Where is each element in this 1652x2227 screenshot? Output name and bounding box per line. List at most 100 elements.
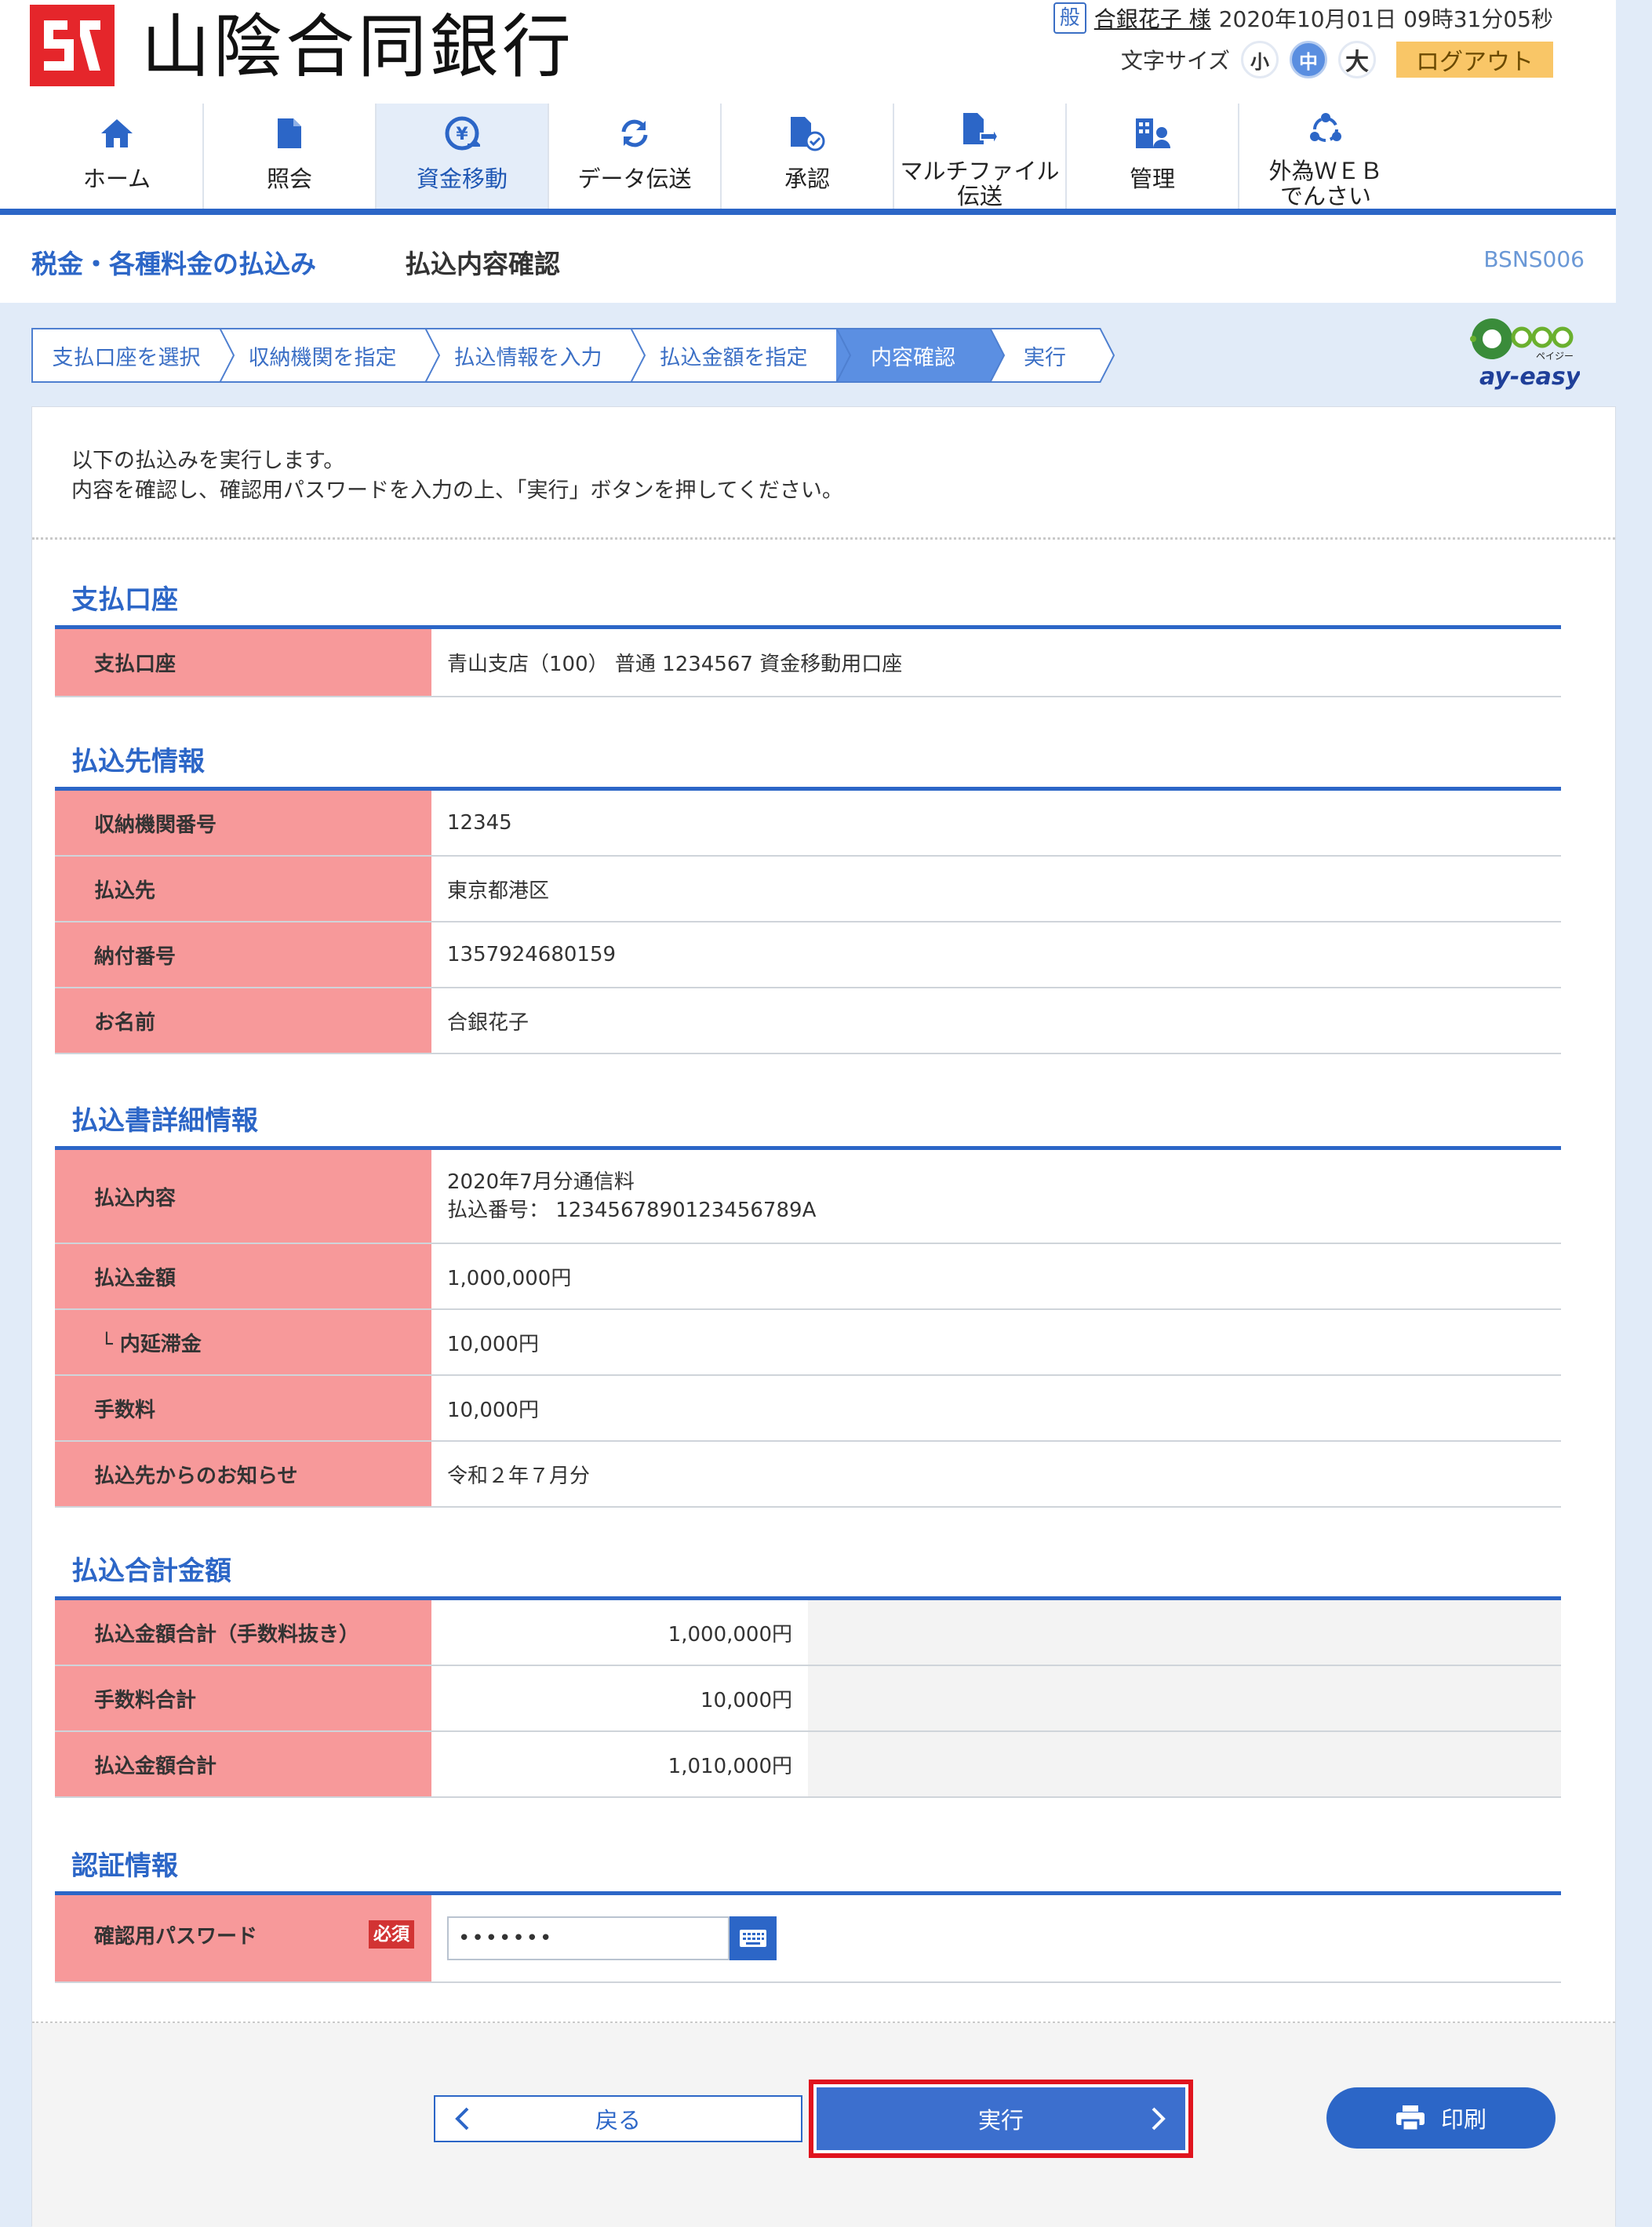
printer-icon: [1395, 2105, 1425, 2131]
chevron-right-icon: [1152, 2107, 1166, 2131]
file-transfer-icon: [958, 111, 1002, 147]
main-nav: ホーム 照会 ¥ 資金移動 データ伝送 承認 マルチファイル 伝送 管理 外為Ｗ…: [31, 104, 1412, 209]
confirmation-password-input[interactable]: •••••••: [447, 1916, 730, 1960]
section-title-total: 払込合計金額: [71, 1556, 231, 1587]
nav-approval[interactable]: 承認: [722, 104, 894, 209]
nav-data-transfer[interactable]: データ伝送: [549, 104, 722, 209]
step-label: 払込金額を指定: [659, 345, 808, 370]
nav-fund-transfer[interactable]: ¥ 資金移動: [377, 104, 549, 209]
header: 山陰合同銀行 般 合銀花子 様 2020年10月01日 09時31分05秒 文字…: [0, 0, 1616, 210]
table-row: 払込金額合計 1,010,000円: [55, 1732, 1561, 1798]
font-size-small-button[interactable]: 小: [1241, 41, 1279, 78]
row-label: 払込金額: [55, 1244, 431, 1308]
row-value: 1,010,000円: [431, 1732, 808, 1796]
content-line: 払込番号： 1234567890123456789A: [447, 1199, 817, 1222]
step-label: 内容確認: [871, 345, 955, 370]
row-value: 令和２年７月分: [431, 1442, 1561, 1506]
account-table: 支払口座 青山支店（100） 普通 1234567 資金移動用口座: [55, 625, 1561, 697]
row-value: 12345: [431, 791, 1561, 855]
chevron-left-icon: [455, 2107, 469, 2131]
service-category-title: 税金・各種料金の払込み: [31, 249, 316, 279]
content-panel: 以下の払込みを実行します。 内容を確認し、確認用パスワードを入力の上、「実行」ボ…: [31, 406, 1616, 2227]
nav-label: データ伝送: [577, 166, 692, 192]
scrollbar-area: [1616, 0, 1652, 2226]
software-keyboard-button[interactable]: [730, 1916, 777, 1960]
print-button[interactable]: 印刷: [1326, 2087, 1556, 2149]
auth-table: 確認用パスワード 必須 •••••••: [55, 1891, 1561, 1983]
step-select-account: 支払口座を選択: [31, 328, 235, 383]
back-button[interactable]: 戻る: [434, 2095, 802, 2142]
table-row: 払込金額 1,000,000円: [55, 1244, 1561, 1310]
row-label: 支払口座: [55, 629, 431, 696]
table-row: 確認用パスワード 必須 •••••••: [55, 1895, 1561, 1983]
section-title-payee: 払込先情報: [71, 746, 205, 777]
section-title-detail: 払込書詳細情報: [71, 1105, 258, 1137]
font-size-controls: 文字サイズ 小 中 大 ログアウト: [1121, 36, 1553, 83]
payeasy-text: ay-easy: [1479, 363, 1580, 391]
document-icon: [267, 111, 311, 155]
font-size-medium-button[interactable]: 中: [1290, 41, 1327, 78]
font-size-label: 文字サイズ: [1120, 48, 1230, 74]
step-specify-institution: 収納機関を指定: [220, 328, 441, 383]
page-title: 払込内容確認: [405, 249, 560, 279]
step-specify-amount: 払込金額を指定: [631, 328, 852, 383]
step-enter-info: 払込情報を入力: [425, 328, 646, 383]
empty-cell: [808, 1732, 1561, 1796]
row-value: 10,000円: [431, 1666, 808, 1730]
step-label: 実行: [1024, 345, 1066, 370]
password-label: 確認用パスワード: [94, 1925, 258, 1949]
table-row: 納付番号 1357924680159: [55, 922, 1561, 988]
network-icon: [1304, 111, 1348, 147]
table-row: 支払口座 青山支店（100） 普通 1234567 資金移動用口座: [55, 629, 1561, 697]
nav-underline: [0, 209, 1616, 215]
nav-label: ホーム: [82, 166, 151, 192]
nav-multi-file-transfer[interactable]: マルチファイル 伝送: [894, 104, 1067, 209]
row-value: 2020年7月分通信料 払込番号： 1234567890123456789A: [431, 1150, 1561, 1243]
row-value: 10,000円: [431, 1310, 1561, 1374]
nav-label: 照会: [266, 166, 312, 192]
row-label: 払込内容: [55, 1150, 431, 1243]
bank-name: 山陰合同銀行: [141, 6, 575, 87]
password-cell: •••••••: [431, 1895, 1561, 1981]
title-bar: 税金・各種料金の払込み 払込内容確認 BSNS006: [0, 215, 1616, 303]
row-label: 収納機関番号: [55, 791, 431, 855]
nav-management[interactable]: 管理: [1067, 104, 1239, 209]
step-label: 収納機関を指定: [248, 345, 397, 370]
row-value: 1,000,000円: [431, 1600, 808, 1665]
keyboard-icon: [740, 1930, 766, 1947]
table-row: └ 内延滞金 10,000円: [55, 1310, 1561, 1376]
nav-home[interactable]: ホーム: [31, 104, 204, 209]
row-value: 合銀花子: [431, 988, 1561, 1053]
divider: [32, 537, 1615, 540]
user-name-link[interactable]: 合銀花子 様: [1094, 2, 1211, 34]
nav-inquiry[interactable]: 照会: [204, 104, 377, 209]
row-label: 払込金額合計: [55, 1732, 431, 1796]
login-datetime: 2020年10月01日 09時31分05秒: [1218, 6, 1553, 32]
step-label: 支払口座を選択: [52, 345, 201, 370]
row-value: 1,000,000円: [431, 1244, 1561, 1308]
table-row: 手数料 10,000円: [55, 1376, 1561, 1442]
execute-button[interactable]: 実行: [817, 2087, 1185, 2150]
row-label: 払込先: [55, 857, 431, 921]
row-value: 10,000円: [431, 1376, 1561, 1440]
font-size-large-button[interactable]: 大: [1338, 41, 1376, 78]
row-label: 確認用パスワード 必須: [55, 1895, 431, 1981]
step-confirm-current: 内容確認: [836, 328, 1006, 383]
table-row: 手数料合計 10,000円: [55, 1666, 1561, 1732]
total-table: 払込金額合計（手数料抜き） 1,000,000円 手数料合計 10,000円 払…: [55, 1596, 1561, 1798]
table-row: 払込先からのお知らせ 令和２年７月分: [55, 1442, 1561, 1508]
table-row: 払込先 東京都港区: [55, 857, 1561, 922]
row-label: 手数料合計: [55, 1666, 431, 1730]
required-badge: 必須: [369, 1920, 414, 1949]
step-label: 払込情報を入力: [453, 345, 602, 370]
logout-button[interactable]: ログアウト: [1396, 42, 1553, 78]
empty-cell: [808, 1666, 1561, 1730]
row-label: 払込先からのお知らせ: [55, 1442, 431, 1506]
screen-code: BSNS006: [1483, 246, 1585, 272]
row-value: 1357924680159: [431, 922, 1561, 987]
nav-label: 管理: [1129, 166, 1175, 192]
svg-text:¥: ¥: [456, 125, 468, 144]
table-row: 払込内容 2020年7月分通信料 払込番号： 12345678901234567…: [55, 1150, 1561, 1244]
step-execute: 実行: [990, 328, 1115, 383]
nav-fx-web-densai[interactable]: 外為ＷＥＢ でんさい: [1239, 104, 1412, 209]
